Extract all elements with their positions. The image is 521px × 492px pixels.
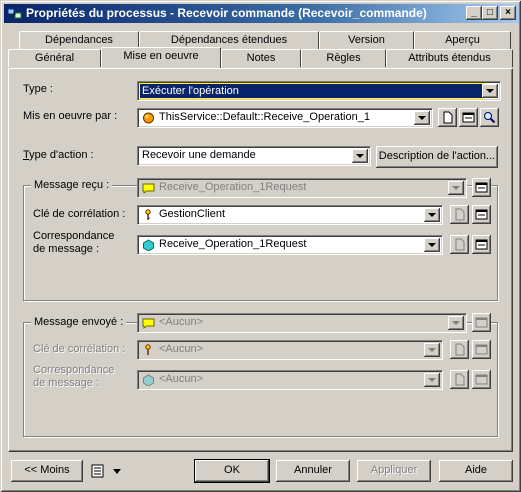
ok-button[interactable]: OK <box>194 459 270 483</box>
tab-attributs-etendus[interactable]: Attributs étendus <box>386 49 513 67</box>
action-type-label-rest: ype d'action : <box>29 149 94 161</box>
minimize-button[interactable]: _ <box>466 6 482 20</box>
new-icon <box>455 343 465 356</box>
received-message-select[interactable]: Receive_Operation_1Request <box>137 178 467 198</box>
received-mapping-select[interactable]: Receive_Operation_1Request <box>137 235 443 255</box>
sent-correlation-value: <Aucun> <box>159 343 204 355</box>
mapping-icon <box>143 239 154 251</box>
received-mapping-value: Receive_Operation_1Request <box>159 238 307 250</box>
received-mapping-label-1: Correspondance <box>33 230 115 242</box>
sent-correlation-select[interactable]: <Aucun> <box>137 340 443 360</box>
received-message-label: Message reçu : <box>31 179 113 191</box>
new-icon <box>455 373 465 386</box>
apply-button[interactable]: Appliquer <box>357 460 431 482</box>
list-icon <box>91 464 104 478</box>
properties-icon <box>462 112 475 123</box>
sent-message-properties-button[interactable] <box>472 313 491 332</box>
key-icon <box>145 344 151 355</box>
type-select[interactable]: Exécuter l'opération <box>137 81 501 101</box>
sent-mapping-label-1: Correspondance <box>33 364 115 376</box>
less-button[interactable]: << Moins <box>11 460 83 482</box>
chevron-down-icon[interactable] <box>448 316 464 330</box>
chevron-down-icon[interactable] <box>424 238 440 252</box>
properties-dialog: Propriétés du processus - Recevoir comma… <box>0 0 521 492</box>
sent-correlation-label: Clé de corrélation : <box>33 343 126 355</box>
sent-correlation-new-button[interactable] <box>450 340 469 359</box>
properties-icon <box>475 344 488 355</box>
chevron-down-icon[interactable] <box>414 111 430 125</box>
key-icon <box>145 209 151 220</box>
close-button[interactable]: × <box>500 6 516 20</box>
find-button[interactable] <box>480 108 499 127</box>
message-icon <box>142 183 155 194</box>
sent-mapping-label-2: de message : <box>33 377 100 389</box>
chevron-down-icon[interactable] <box>482 84 498 98</box>
received-correlation-label: Clé de corrélation : <box>33 208 126 220</box>
chevron-down-icon[interactable] <box>424 208 440 222</box>
sent-mapping-value: <Aucun> <box>159 373 204 385</box>
sent-message-label: Message envoyé : <box>31 316 127 328</box>
cancel-button[interactable]: Annuler <box>276 460 350 482</box>
impl-value: ThisService::Default::Receive_Operation_… <box>159 111 370 123</box>
tab-notes[interactable]: Notes <box>221 49 301 67</box>
received-correlation-properties-button[interactable] <box>472 205 491 224</box>
type-selected-value: Exécuter l'opération <box>139 83 483 99</box>
action-description-button[interactable]: Description de l'action... <box>376 146 498 168</box>
chevron-down-icon <box>113 469 121 474</box>
list-menu-button[interactable] <box>89 460 125 482</box>
tab-version[interactable]: Version <box>319 31 414 49</box>
sent-mapping-new-button[interactable] <box>450 370 469 389</box>
received-mapping-label-2: de message : <box>33 243 100 255</box>
received-mapping-properties-button[interactable] <box>472 235 491 254</box>
find-icon <box>484 112 496 124</box>
chevron-down-icon[interactable] <box>424 373 440 387</box>
type-label: Type : <box>23 83 53 95</box>
properties-button[interactable] <box>459 108 478 127</box>
properties-icon <box>475 317 488 328</box>
properties-icon <box>475 239 488 250</box>
sent-mapping-select[interactable]: <Aucun> <box>137 370 443 390</box>
process-icon <box>7 8 22 19</box>
properties-icon <box>475 182 488 193</box>
action-type-select[interactable]: Recevoir une demande <box>137 146 371 166</box>
chevron-down-icon[interactable] <box>424 343 440 357</box>
sent-message-select[interactable]: <Aucun> <box>137 313 467 333</box>
tab-apercu[interactable]: Aperçu <box>414 31 511 49</box>
received-correlation-value: GestionClient <box>159 208 226 220</box>
received-message-value: Receive_Operation_1Request <box>159 181 307 193</box>
mapping-icon <box>143 374 154 386</box>
window-title: Propriétés du processus - Recevoir comma… <box>26 6 427 20</box>
action-type-label: Type d'action : <box>23 149 94 161</box>
received-message-properties-button[interactable] <box>472 178 491 197</box>
title-bar: Propriétés du processus - Recevoir comma… <box>4 4 519 23</box>
received-correlation-select[interactable]: GestionClient <box>137 205 443 225</box>
sent-message-value: <Aucun> <box>159 316 204 328</box>
chevron-down-icon[interactable] <box>352 149 368 163</box>
impl-select[interactable]: ThisService::Default::Receive_Operation_… <box>137 108 433 128</box>
tab-general[interactable]: Général <box>8 49 101 67</box>
help-button[interactable]: Aide <box>439 460 513 482</box>
action-type-value: Recevoir une demande <box>142 149 256 161</box>
create-button[interactable] <box>438 108 457 127</box>
tab-regles[interactable]: Règles <box>301 49 386 67</box>
message-icon <box>142 318 155 329</box>
sent-mapping-properties-button[interactable] <box>472 370 491 389</box>
tab-mise-en-oeuvre[interactable]: Mise en oeuvre <box>101 47 221 68</box>
properties-icon <box>475 374 488 385</box>
new-icon <box>443 111 453 124</box>
received-mapping-new-button[interactable] <box>450 235 469 254</box>
impl-label: Mis en oeuvre par : <box>23 110 118 122</box>
operation-icon <box>143 112 154 124</box>
maximize-button[interactable]: □ <box>482 6 498 20</box>
properties-icon <box>475 209 488 220</box>
sent-correlation-properties-button[interactable] <box>472 340 491 359</box>
received-correlation-new-button[interactable] <box>450 205 469 224</box>
new-icon <box>455 208 465 221</box>
chevron-down-icon[interactable] <box>448 181 464 195</box>
new-icon <box>455 238 465 251</box>
